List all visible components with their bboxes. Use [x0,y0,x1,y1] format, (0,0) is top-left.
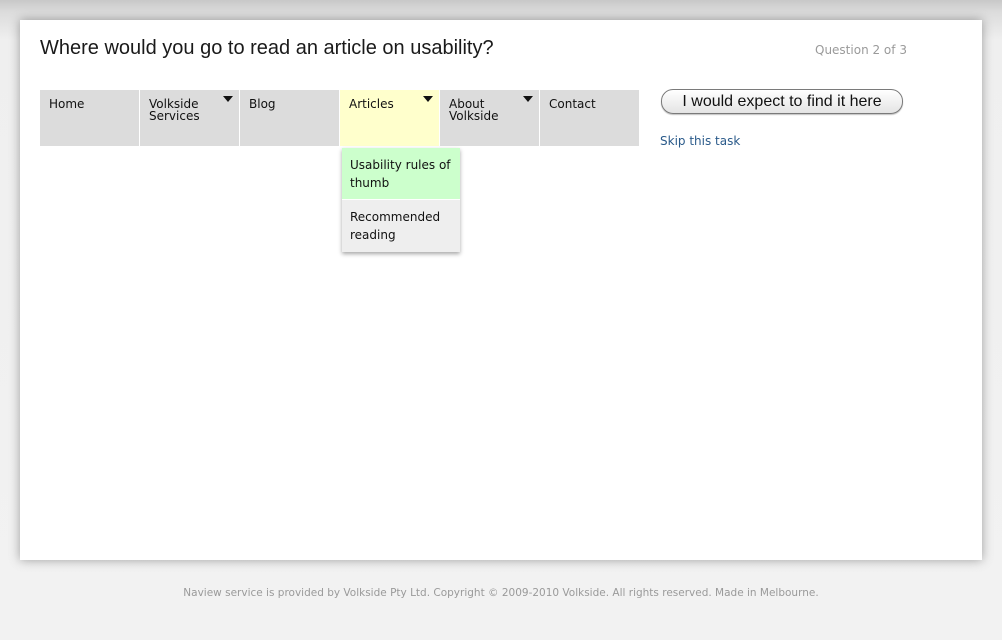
caret-down-icon [223,96,233,102]
dropdown-item-usability-rules[interactable]: Usability rules of thumb [342,148,460,200]
question-progress: Question 2 of 3 [815,43,907,57]
task-panel: Where would you go to read an article on… [20,20,982,560]
answer-button[interactable]: I would expect to find it here [661,89,903,114]
skip-task-link[interactable]: Skip this task [660,134,740,148]
nav-item-volkside-services[interactable]: Volkside Services [140,90,240,146]
nav-item-contact[interactable]: Contact [540,90,639,146]
nav-item-label: Contact [549,97,596,111]
nav-item-home[interactable]: Home [40,90,140,146]
nav-item-about-volkside[interactable]: About Volkside [440,90,540,146]
caret-down-icon [423,96,433,102]
nav-item-label: Articles [349,97,394,111]
nav-item-label: Home [49,97,85,111]
dropdown-item-recommended-reading[interactable]: Recommended reading [342,200,460,252]
footer-text: Naview service is provided by Volkside P… [183,587,819,599]
caret-down-icon [523,96,533,102]
nav-item-label: Volkside Services [149,97,200,123]
navigation-menu: Home Volkside Services Blog Articles Abo… [40,90,640,146]
nav-item-blog[interactable]: Blog [240,90,340,146]
nav-item-label: About Volkside [449,97,499,123]
nav-item-articles[interactable]: Articles [340,90,440,146]
nav-item-label: Blog [249,97,276,111]
articles-dropdown-menu: Usability rules of thumb Recommended rea… [342,148,460,252]
question-text: Where would you go to read an article on… [40,37,494,59]
